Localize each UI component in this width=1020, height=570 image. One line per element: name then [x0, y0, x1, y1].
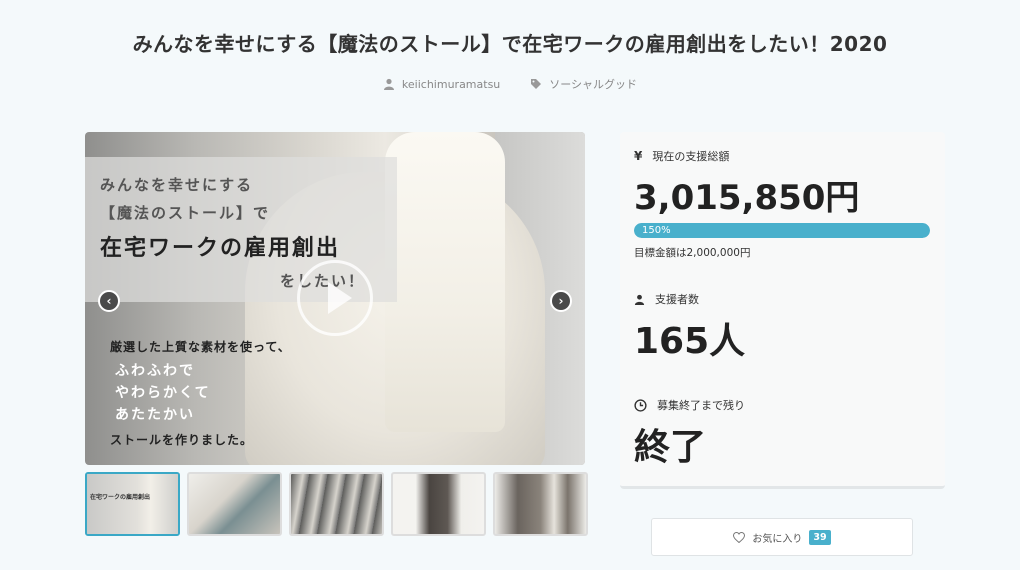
category-link[interactable]: ソーシャルグッド — [530, 76, 637, 92]
hero-caption-line: ふわふわで — [115, 363, 195, 379]
backers-label: 支援者数 — [655, 293, 699, 306]
thumbnail-image — [291, 474, 382, 534]
thumbnail-1[interactable]: 在宅ワークの雇用創出 — [85, 472, 180, 536]
funding-label: 現在の支援総額 — [652, 150, 730, 163]
favorite-label: お気に入り — [752, 533, 803, 545]
thumbnail-image — [495, 474, 586, 534]
user-icon — [634, 294, 645, 305]
main-image-carousel[interactable]: みんなを幸せにする 【魔法のストール】で 在宅ワークの雇用創出 をしたい！ 厳選… — [85, 132, 585, 465]
heart-icon — [733, 531, 746, 543]
play-video-icon[interactable] — [297, 260, 373, 336]
backers-count: 165人 — [634, 321, 746, 362]
remaining-label: 募集終了まで残り — [657, 399, 745, 412]
thumbnail-2[interactable] — [187, 472, 282, 536]
chevron-right-icon[interactable]: › — [550, 290, 572, 312]
funding-label-row: ¥ 現在の支援総額 — [634, 148, 729, 164]
progress-percent: 150% — [642, 225, 671, 236]
thumbnail-3[interactable] — [289, 472, 384, 536]
goal-amount: 目標金額は2,000,000円 — [634, 247, 751, 259]
user-icon — [383, 78, 394, 90]
favorite-button[interactable]: お気に入り 39 — [651, 518, 913, 556]
hero-caption-line: やわらかくて — [115, 385, 211, 401]
remaining-label-row: 募集終了まで残り — [634, 397, 745, 413]
hero-stole-shape — [385, 132, 505, 432]
thumbnail-5[interactable] — [493, 472, 588, 536]
backers-label-row: 支援者数 — [634, 291, 699, 307]
clock-icon — [634, 398, 647, 412]
hero-caption-line: 厳選した上質な素材を使って、 — [110, 340, 291, 354]
yen-icon: ¥ — [634, 149, 643, 163]
project-title: みんなを幸せにする【魔法のストール】で在宅ワークの雇用創出をしたい！2020 — [132, 32, 888, 56]
author-name: keiichimuramatsu — [401, 77, 501, 91]
chevron-left-icon[interactable]: ‹ — [98, 290, 120, 312]
hero-caption-line: ストールを作りました。 — [110, 433, 254, 447]
thumbnail-image — [87, 474, 178, 534]
funding-progress-bar: 150% — [634, 223, 930, 238]
funding-stats-panel: ¥ 現在の支援総額 3,015,850円 150% 目標金額は2,000,000… — [620, 132, 945, 489]
tag-icon — [531, 79, 542, 89]
thumbnail-strip: 在宅ワークの雇用創出 — [85, 472, 588, 536]
favorite-count-badge: 39 — [809, 529, 831, 545]
thumbnail-image — [189, 474, 280, 534]
remaining-value: 終了 — [634, 427, 707, 468]
hero-caption-line: 【魔法のストール】で — [100, 204, 271, 222]
hero-caption-line: みんなを幸せにする — [100, 176, 254, 194]
project-meta: keiichimuramatsu ソーシャルグッド — [0, 76, 1020, 92]
author-link[interactable]: keiichimuramatsu — [383, 76, 500, 92]
category-name: ソーシャルグッド — [549, 78, 638, 91]
thumbnail-caption: 在宅ワークの雇用創出 — [90, 494, 151, 501]
progress-fill: 150% — [634, 223, 930, 238]
hero-caption-line: あたたかい — [115, 407, 195, 423]
thumbnail-4[interactable] — [391, 472, 486, 536]
thumbnail-image — [393, 474, 484, 534]
hero-caption-headline: 在宅ワークの雇用創出 — [100, 236, 341, 261]
funding-amount: 3,015,850円 — [634, 178, 860, 218]
